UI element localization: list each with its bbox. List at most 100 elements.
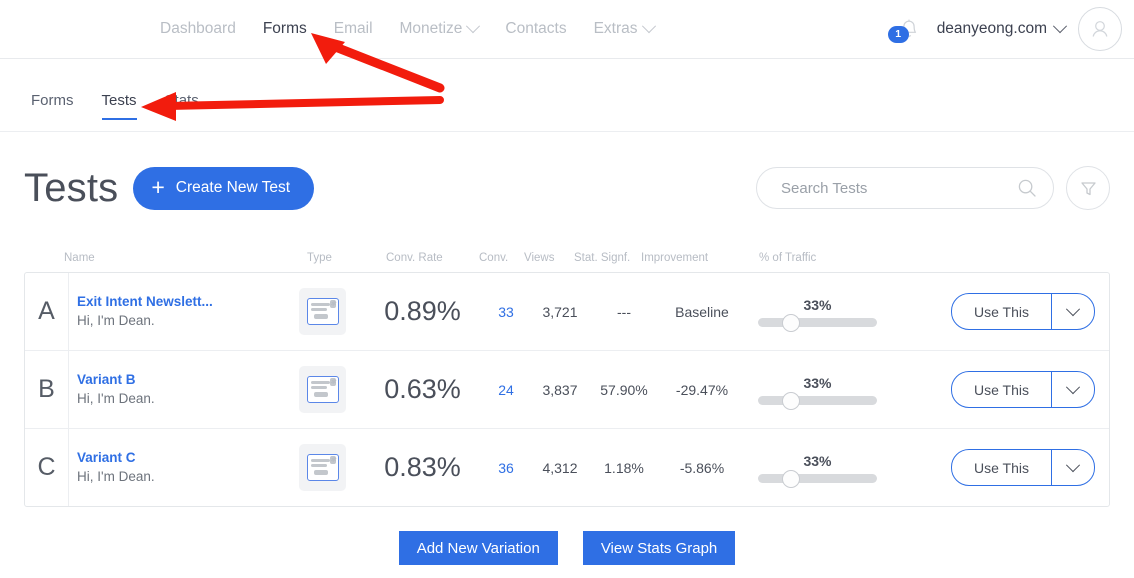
use-this-dropdown-toggle[interactable] [1052,294,1094,329]
stat-significance-value: 57.90% [600,381,648,398]
test-subtitle: Hi, I'm Dean. [77,391,155,406]
table-row: A Exit Intent Newslett... Hi, I'm Dean. ✱ 0.… [25,273,1109,351]
traffic-slider-knob[interactable] [782,392,800,410]
traffic-allocation-cell: 33% [745,351,890,428]
page-header-row: Tests + Create New Test [24,160,1110,216]
use-this-button[interactable]: Use This [952,372,1052,407]
nav-item-label: Monetize [399,20,463,37]
conversions-value[interactable]: 33 [480,273,532,350]
traffic-slider-knob[interactable] [782,470,800,488]
nav-item-email[interactable]: Email [334,20,373,38]
test-type-cell[interactable]: ✱ [299,444,346,491]
tests-table: A Exit Intent Newslett... Hi, I'm Dean. ✱ 0.… [24,272,1110,507]
account-menu[interactable]: deanyeong.com [936,19,1068,38]
improvement-value: Baseline [675,303,729,320]
tab-stats[interactable]: Stats [165,92,199,118]
use-this-button-group: Use This [951,371,1095,408]
conversion-rate-value: 0.63% [384,374,461,404]
add-new-variation-button[interactable]: Add New Variation [398,531,558,565]
chevron-down-icon [641,19,656,34]
user-avatar-icon [1092,21,1108,37]
row-action-cell: Use This [951,429,1095,506]
table-column-headers: Name Type Conv. Rate Conv. Views Stat. Signf.… [24,252,1110,268]
conversions-value[interactable]: 36 [480,429,532,506]
traffic-slider-knob[interactable] [782,314,800,332]
column-header: Name [64,252,95,264]
use-this-button-group: Use This [951,449,1095,486]
test-name-link[interactable]: Variant B [77,371,307,389]
chevron-down-icon [466,19,481,34]
notifications-button[interactable]: 1 [887,14,924,44]
form-template-icon: ✱ [306,376,339,403]
use-this-button-group: Use This [951,293,1095,330]
nav-item-forms[interactable]: Forms [263,20,307,38]
search-box[interactable] [756,167,1054,209]
search-area [756,166,1110,210]
tab-forms[interactable]: Forms [31,92,74,118]
create-new-test-label: Create New Test [175,179,291,196]
test-subtitle: Hi, I'm Dean. [77,469,155,484]
form-template-icon: ✱ [306,298,339,325]
section-tabs: Forms Tests Stats [31,92,199,120]
tabs-divider [0,131,1134,132]
account-name-label: deanyeong.com [936,20,1047,37]
table-row: C Variant C Hi, I'm Dean. ✱ 0.83% 36 4,312 1.18… [25,429,1109,506]
traffic-slider[interactable] [758,470,877,488]
views-value: 3,837 [542,381,578,398]
view-stats-graph-button[interactable]: View Stats Graph [582,531,736,565]
filter-button[interactable] [1066,166,1110,210]
improvement-value: -5.86% [679,459,725,476]
improvement-value: -29.47% [675,381,729,398]
create-new-test-button[interactable]: + Create New Test [133,166,315,210]
use-this-dropdown-toggle[interactable] [1052,450,1094,485]
conversions-value[interactable]: 24 [480,351,532,428]
page-title: Tests [24,165,119,210]
test-name-cell: Variant B Hi, I'm Dean. [77,371,307,408]
chevron-down-icon [1065,379,1081,394]
traffic-allocation-cell: 33% [745,429,890,506]
use-this-button[interactable]: Use This [952,450,1052,485]
use-this-button[interactable]: Use This [952,294,1052,329]
chevron-down-icon [1065,301,1081,316]
test-type-cell[interactable]: ✱ [299,366,346,413]
conversion-rate-value: 0.89% [384,296,461,326]
primary-nav-items: Dashboard Forms Email Monetize Contacts Extra… [160,0,656,58]
views-value: 3,721 [542,303,578,320]
variation-letter: A [25,273,69,350]
nav-item-contacts[interactable]: Contacts [505,20,566,38]
conversion-rate-value: 0.83% [384,452,461,482]
chevron-down-icon [1052,19,1068,34]
row-action-cell: Use This [951,273,1095,350]
nav-item-label: Contacts [505,20,567,37]
use-this-dropdown-toggle[interactable] [1052,372,1094,407]
traffic-percent-label: 33% [803,374,832,391]
column-header: Conv. Rate [386,252,443,264]
views-value: 4,312 [542,459,578,476]
nav-item-extras[interactable]: Extras [594,19,656,38]
avatar[interactable] [1078,7,1122,51]
variation-letter: C [25,429,69,506]
column-header: Conv. [479,252,509,264]
test-name-cell: Exit Intent Newslett... Hi, I'm Dean. [77,293,307,330]
search-input[interactable] [779,178,1017,198]
test-name-link[interactable]: Exit Intent Newslett... [77,293,307,311]
traffic-slider[interactable] [758,314,877,332]
test-type-cell[interactable]: ✱ [299,288,346,335]
nav-item-label: Dashboard [160,20,236,37]
table-row: B Variant B Hi, I'm Dean. ✱ 0.63% 24 3,837 57.9… [25,351,1109,429]
test-name-cell: Variant C Hi, I'm Dean. [77,449,307,486]
variation-letter: B [25,351,69,428]
nav-item-monetize[interactable]: Monetize [399,19,481,38]
stat-significance-value: 1.18% [604,459,644,476]
tab-tests[interactable]: Tests [101,92,137,120]
form-template-icon: ✱ [306,454,339,481]
plus-icon: + [151,173,165,200]
search-icon[interactable] [1017,178,1037,198]
nav-item-dashboard[interactable]: Dashboard [160,20,236,38]
filter-icon [1080,181,1096,195]
test-name-link[interactable]: Variant C [77,449,307,467]
traffic-slider[interactable] [758,392,877,410]
nav-item-label: Email [333,20,373,37]
traffic-percent-label: 33% [803,296,832,313]
column-header: Type [307,252,332,264]
